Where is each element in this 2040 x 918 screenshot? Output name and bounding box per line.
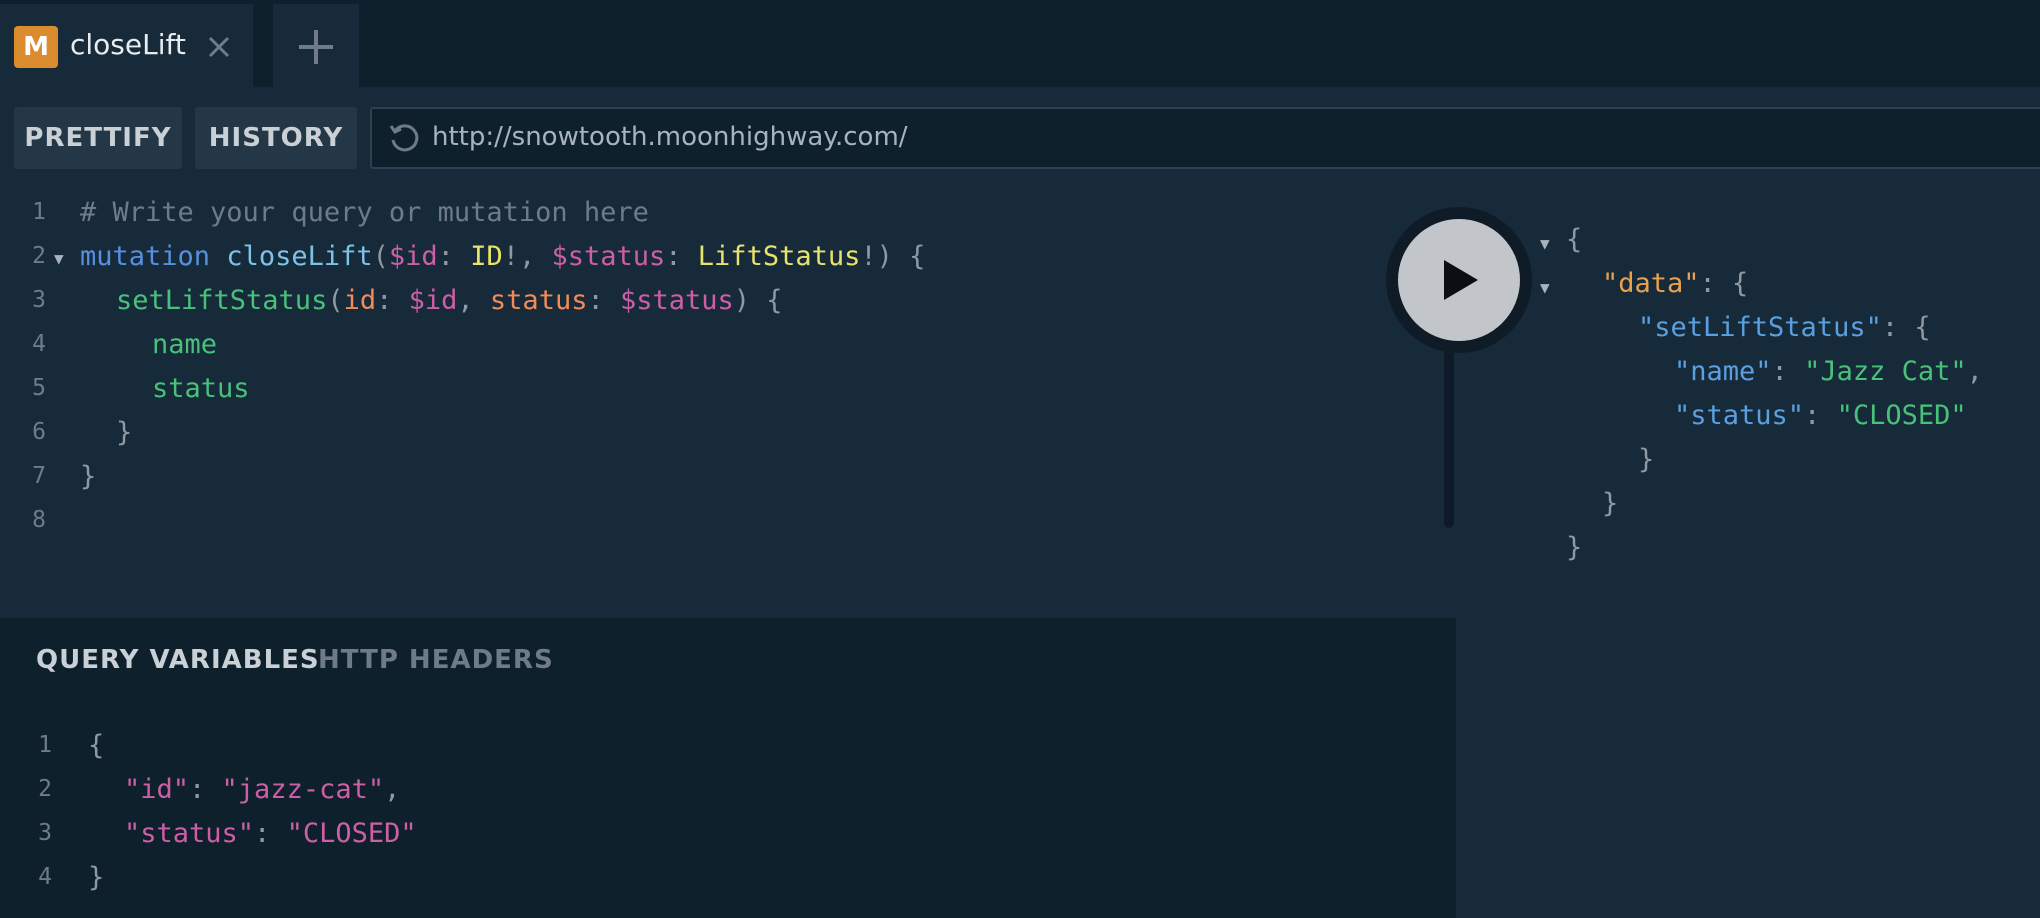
plus-icon [299,30,333,64]
code-punct: ) { [733,285,783,316]
code-argument: status [489,285,588,316]
fold-arrow-icon[interactable]: ▼ [1540,234,1550,253]
editor-scrollbar[interactable] [1444,333,1454,528]
line-number: 3 [32,287,46,313]
result-key: "name" [1674,356,1772,387]
line-number: 4 [38,864,52,890]
play-icon [1444,260,1478,300]
history-button[interactable]: HISTORY [195,107,357,169]
line-number: 6 [32,419,46,445]
tab-bar: M closeLift [0,0,2040,87]
line-number: 5 [32,375,46,401]
tab-badge: M [14,26,58,68]
code-argument: id [343,285,377,316]
result-panel: ▼ { ▼ "data": { "setLiftStatus": { "name… [1456,193,2040,918]
code-punct: !, [502,241,552,272]
var-brace: { [88,730,105,761]
run-button[interactable] [1398,219,1520,341]
result-name-line: "name": "Jazz Cat", [1674,356,1983,387]
line-number: 1 [32,199,46,225]
code-variable: $status [551,241,666,272]
line-number: 8 [32,507,46,533]
var-key: "status" [124,818,255,849]
tab-title: closeLift [70,28,186,61]
line-number: 4 [32,331,46,357]
result-data-line: "data": { [1602,268,1748,299]
code-punct: : [587,285,620,316]
result-comma: , [1966,356,1983,387]
code-brace: } [80,461,97,492]
code-variable: $id [388,241,438,272]
code-line-2: mutation closeLift($id: ID!, $status: Li… [80,241,925,272]
result-sep: : [1804,400,1837,431]
code-keyword: mutation [80,241,211,272]
close-icon[interactable] [204,26,236,66]
var-brace: } [88,862,105,893]
code-type: ID [470,241,503,272]
code-punct: ( [327,285,344,316]
result-slp-line: "setLiftStatus": { [1638,312,1931,343]
var-key: "id" [124,774,190,805]
endpoint-url-text: http://snowtooth.moonhighway.com/ [432,122,908,152]
tab-closelift[interactable]: M closeLift [0,4,253,87]
result-status-line: "status": "CLOSED" [1674,400,1967,431]
code-punct: : [376,285,409,316]
toolbar: PRETTIFY HISTORY http://snowtooth.moonhi… [0,87,2040,193]
var-sep: : [189,774,222,805]
code-punct: : [665,241,698,272]
result-sep: : { [1699,268,1749,299]
result-key: "status" [1674,400,1805,431]
var-comma: , [384,774,401,805]
tab-http-headers[interactable]: HTTP HEADERS [318,645,554,675]
var-value: "CLOSED" [286,818,417,849]
var-line-status[interactable]: "status": "CLOSED" [124,818,417,849]
line-number: 1 [38,732,52,758]
endpoint-url-field[interactable]: http://snowtooth.moonhighway.com/ [370,107,2040,169]
fold-arrow-icon[interactable]: ▼ [54,249,64,268]
query-editor[interactable]: 1 # Write your query or mutation here 2 … [0,193,1456,618]
code-field: setLiftStatus [116,285,328,316]
result-brace: } [1566,532,1583,563]
var-line-id[interactable]: "id": "jazz-cat", [124,774,400,805]
fold-arrow-icon[interactable]: ▼ [1540,278,1550,297]
code-field: name [152,329,218,360]
line-number: 2 [38,776,52,802]
tab-query-variables[interactable]: QUERY VARIABLES [36,645,320,675]
result-brace: { [1566,224,1583,255]
result-brace: } [1602,488,1619,519]
code-brace: } [116,417,133,448]
code-punct: ( [372,241,389,272]
line-number: 2 [32,243,46,269]
add-tab-button[interactable] [273,4,359,87]
result-brace: } [1638,444,1655,475]
variables-panel: QUERY VARIABLES HTTP HEADERS 1 { 2 "id":… [0,618,1456,918]
code-punct: , [457,285,490,316]
result-value: "Jazz Cat" [1804,356,1967,387]
code-variable: $status [619,285,734,316]
operation-name: closeLift [226,241,373,272]
prettify-button[interactable]: PRETTIFY [14,107,182,169]
line-number: 3 [38,820,52,846]
code-field: status [152,373,250,404]
line-number: 7 [32,463,46,489]
result-sep: : [1771,356,1805,387]
code-punct: : [437,241,471,272]
result-value: "CLOSED" [1836,400,1967,431]
result-key: "data" [1602,268,1700,299]
code-type: LiftStatus [697,241,861,272]
var-value: "jazz-cat" [221,774,385,805]
result-key: "setLiftStatus" [1638,312,1882,343]
code-line-3: setLiftStatus(id: $id, status: $status) … [116,285,783,316]
var-sep: : [254,818,287,849]
code-comment: # Write your query or mutation here [80,197,649,228]
code-variable: $id [408,285,458,316]
reload-icon[interactable] [387,121,421,155]
code-punct: !) { [860,241,926,272]
result-sep: : { [1881,312,1931,343]
